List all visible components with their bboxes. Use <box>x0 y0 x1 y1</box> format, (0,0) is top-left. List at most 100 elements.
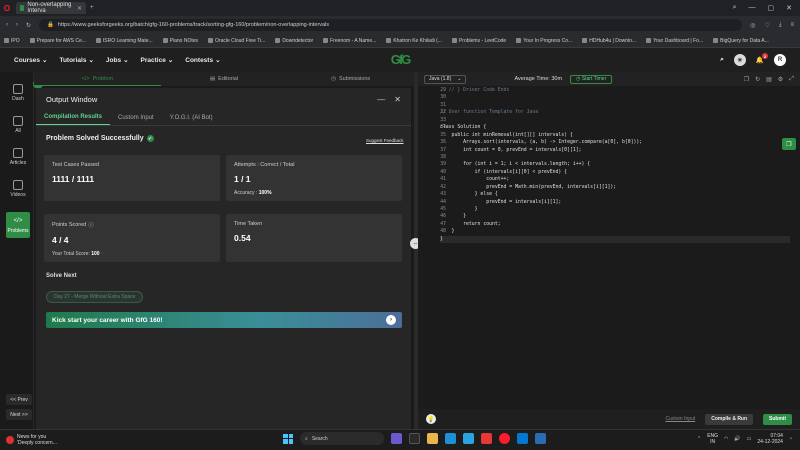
notification-bell[interactable]: 🔔 2 <box>756 53 768 64</box>
tab-yogi-ai-bot[interactable]: Y.O.G.I. (AI Bot) <box>162 110 221 125</box>
reload-icon[interactable]: ↻ <box>26 22 31 29</box>
tab-submissions[interactable]: ◷ Submissions <box>287 72 414 86</box>
next-button[interactable]: Next >> <box>6 409 32 420</box>
format-icon[interactable]: ▤ <box>766 76 772 83</box>
time-value: 0.54 <box>234 233 251 243</box>
lightbulb-icon[interactable]: 💡 <box>426 414 436 424</box>
sidebar-item-problems[interactable]: </> Problems <box>6 212 30 238</box>
terminal-icon[interactable] <box>409 433 420 444</box>
compile-run-button[interactable]: Compile & Run <box>705 413 754 425</box>
fullscreen-icon[interactable]: ⤢ <box>789 76 794 83</box>
notifications-icon[interactable]: ◔ <box>789 436 792 442</box>
bookmark-item[interactable]: HDHub4u | Downlo... <box>582 38 636 44</box>
volume-icon[interactable]: 🔊 <box>734 436 740 442</box>
bookmark-item[interactable]: Oracle Cloud Free Ti... <box>208 38 265 44</box>
bookmark-item[interactable]: Prepare for AWS Ce... <box>29 38 86 44</box>
bookmark-item[interactable]: Piano NOtes <box>162 38 198 44</box>
code-line: prevEnd = Math.min(prevEnd, intervals[i]… <box>440 184 617 190</box>
maximize-icon[interactable]: ▢ <box>768 4 775 12</box>
prev-button[interactable]: << Prev <box>6 394 32 405</box>
url-field[interactable]: 🔒 https://www.geeksforgeeks.org/batch/gf… <box>39 19 743 31</box>
custom-input-link[interactable]: Custom Input <box>665 416 695 422</box>
menu-icon[interactable]: ≡ <box>790 22 794 29</box>
arrow-right-icon[interactable]: › <box>386 315 396 325</box>
bookmark-item[interactable]: Khatron Ke Khiladi (... <box>386 38 442 44</box>
search-icon[interactable]: ⌕ <box>720 56 724 64</box>
bookmark-item[interactable]: Freenom - A Name... <box>323 38 376 44</box>
avatar[interactable]: R <box>774 54 786 66</box>
nav-contests[interactable]: Contests ⌄ <box>185 56 220 65</box>
task-view-icon[interactable] <box>391 433 402 444</box>
code-line: int count = 0, prevEnd = intervals[0][1]… <box>440 147 582 153</box>
screen: O Non-overlapping Interva ✕ + ⌕ — ▢ ✕ ‹ … <box>0 0 800 450</box>
nav-jobs[interactable]: Jobs ⌄ <box>106 56 129 65</box>
heart-icon[interactable]: ♡ <box>764 22 769 29</box>
close-output-icon[interactable]: ✕ <box>394 95 401 104</box>
start-timer-button[interactable]: ◷ Start Timer <box>570 74 613 84</box>
nav-tutorials[interactable]: Tutorials ⌄ <box>59 56 93 65</box>
refresh-icon[interactable]: ↻ <box>755 76 760 83</box>
vscode-icon[interactable] <box>517 433 528 444</box>
close-tab-icon[interactable]: ✕ <box>77 5 82 12</box>
minimize-output-icon[interactable]: — <box>377 95 385 104</box>
code-editor[interactable]: 29 30 31 32 33 34 35 36 37 38 39 40 41 4… <box>418 86 800 409</box>
back-icon[interactable]: ‹ <box>6 22 8 28</box>
clock-icon: ◷ <box>331 76 336 82</box>
language-indicator[interactable]: ENG IN <box>707 433 718 445</box>
tab-problem[interactable]: </> Problem <box>34 72 161 86</box>
app-icon[interactable] <box>481 433 492 444</box>
bookmark-icon <box>386 38 392 43</box>
gfg160-banner[interactable]: Kick start your career with GfG 160! › <box>46 312 402 328</box>
wifi-icon[interactable]: ◠ <box>724 436 728 442</box>
chevron-up-icon[interactable]: ⌃ <box>697 436 701 442</box>
info-icon[interactable]: ⓘ <box>88 221 94 229</box>
next-problem-chip[interactable]: Day 27 - Merge Without Extra Space <box>46 291 144 303</box>
file-explorer-icon[interactable] <box>427 433 438 444</box>
code-lines: // } Driver Code Ends // User function T… <box>440 87 790 244</box>
windows-start-icon[interactable] <box>283 433 293 444</box>
editor-footer: 💡 Custom Input Compile & Run Submit <box>418 409 800 429</box>
nav-courses[interactable]: Courses ⌄ <box>14 56 47 65</box>
minimize-icon[interactable]: — <box>749 4 756 12</box>
opera-icon[interactable] <box>499 433 510 444</box>
download-icon[interactable]: ⤓ <box>779 22 782 29</box>
new-tab-button[interactable]: + <box>90 5 94 11</box>
bookmark-item[interactable]: Your Dashboard | Fo... <box>646 38 703 44</box>
search-tabs-icon[interactable]: ⌕ <box>733 4 737 12</box>
browser-tab[interactable]: Non-overlapping Interva ✕ <box>16 2 86 14</box>
news-widget[interactable]: News for you 'Deeply concern... <box>0 434 57 446</box>
bookmark-item[interactable]: IPO <box>4 38 20 44</box>
bookmark-item[interactable]: ISRO Learning Mate... <box>95 38 153 44</box>
close-window-icon[interactable]: ✕ <box>786 4 792 12</box>
nav-practice[interactable]: Practice ⌄ <box>141 56 174 65</box>
bookmark-item[interactable]: Downdetector <box>275 38 313 44</box>
gfg-logo[interactable]: GfG <box>383 52 417 68</box>
settings-icon[interactable]: ⚙ <box>778 76 783 83</box>
battery-icon[interactable]: ▭ <box>747 436 752 442</box>
store-icon[interactable] <box>463 433 474 444</box>
app-icon[interactable] <box>535 433 546 444</box>
bookmark-item[interactable]: Your In Progress Co... <box>516 38 572 44</box>
bookmark-item[interactable]: BigQuery for Data A... <box>713 38 769 44</box>
tab-editorial[interactable]: ▤ Editorial <box>161 72 288 86</box>
clock[interactable]: 07:04 24-12-2024 <box>757 433 783 445</box>
suggest-feedback-link[interactable]: Suggest Feedback <box>366 138 404 143</box>
language-select[interactable]: Java (1.8) ⌄ <box>424 74 467 84</box>
points-label: Points Scored ⓘ <box>52 221 94 229</box>
sidebar-item-all[interactable]: All <box>6 116 30 134</box>
sidebar-item-dash[interactable]: Dash <box>6 84 30 102</box>
tab-compilation-results[interactable]: Compilation Results <box>36 110 111 125</box>
submit-button[interactable]: Submit <box>763 413 792 425</box>
theme-toggle-icon[interactable]: ✳ <box>733 54 746 66</box>
bookmark-item[interactable]: Problems - LeetCode <box>451 38 506 44</box>
forward-icon[interactable]: › <box>16 22 18 28</box>
sidebar-item-articles[interactable]: Articles <box>6 148 30 166</box>
taskbar-search[interactable]: ⌕ Search <box>300 432 384 445</box>
opera-logo-icon[interactable]: O <box>0 0 14 16</box>
copy-icon[interactable]: ❐ <box>744 76 749 83</box>
edge-icon[interactable] <box>445 433 456 444</box>
chat-icon[interactable]: ❐ <box>782 138 796 150</box>
sidebar-item-videos[interactable]: Videos <box>6 180 30 198</box>
tab-custom-input[interactable]: Custom Input <box>110 110 162 125</box>
camera-icon[interactable]: ◎ <box>750 22 755 29</box>
